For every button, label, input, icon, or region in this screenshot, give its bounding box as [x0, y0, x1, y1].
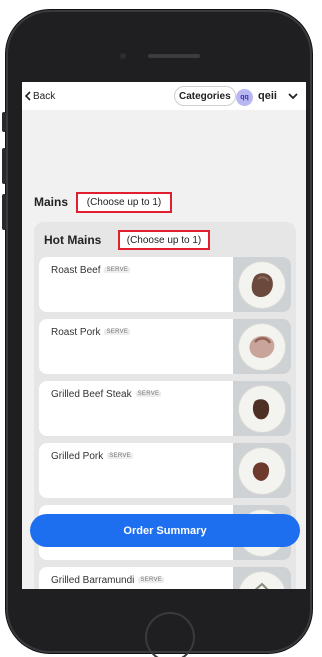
- back-button[interactable]: Back: [22, 82, 55, 110]
- item-name-wrap: Roast Beef SERVE: [51, 265, 131, 276]
- categories-button[interactable]: Categories: [174, 86, 236, 106]
- menu-item-card[interactable]: Grilled Pork SERVE: [39, 443, 291, 498]
- device-mockup: Back Categories qq qeii Mains (Choose up…: [0, 0, 322, 657]
- chevron-down-icon[interactable]: [288, 92, 298, 100]
- beef-steak-food: [252, 399, 270, 420]
- item-name-wrap: Grilled Pork SERVE: [51, 451, 133, 462]
- earpiece-speaker: [148, 54, 200, 58]
- plate-image: [239, 262, 285, 308]
- item-image: [233, 257, 291, 312]
- order-summary-button[interactable]: Order Summary: [30, 514, 300, 547]
- menu-item-card[interactable]: Grilled Barramundi SERVE: [39, 567, 291, 589]
- grilled-pork-food: [252, 462, 270, 481]
- plate-image: [239, 572, 285, 589]
- top-bar: Back Categories qq qeii: [22, 82, 306, 110]
- home-button[interactable]: [145, 612, 195, 657]
- item-image: [233, 443, 291, 498]
- mute-switch: [2, 112, 6, 132]
- volume-down-button: [2, 194, 6, 230]
- item-name: Roast Pork: [51, 327, 101, 338]
- roast-pork-food: [249, 335, 275, 359]
- section-choose-limit: (Choose up to 1): [76, 192, 172, 213]
- item-name-wrap: Grilled Beef Steak SERVE: [51, 389, 162, 400]
- serve-badge: SERVE: [138, 577, 165, 584]
- item-name-wrap: Roast Pork SERVE: [51, 327, 131, 338]
- roast-beef-food: [251, 273, 273, 297]
- app-screen: Back Categories qq qeii Mains (Choose up…: [22, 82, 306, 589]
- chevron-left-icon: [24, 91, 31, 101]
- item-image: [233, 567, 291, 589]
- user-name[interactable]: qeii: [258, 90, 277, 102]
- item-name: Roast Beef: [51, 265, 101, 276]
- item-name: Grilled Pork: [51, 451, 104, 462]
- item-name-wrap: Grilled Barramundi SERVE: [51, 575, 165, 586]
- plate-image: [239, 324, 285, 370]
- barramundi-food: [254, 582, 269, 589]
- back-label: Back: [33, 90, 56, 102]
- menu-item-card[interactable]: Grilled Beef Steak SERVE: [39, 381, 291, 436]
- item-image: [233, 319, 291, 374]
- plate-image: [239, 448, 285, 494]
- menu-item-card[interactable]: Roast Beef SERVE: [39, 257, 291, 312]
- serve-badge: SERVE: [107, 453, 133, 460]
- plate-image: [239, 386, 285, 432]
- item-name: Grilled Barramundi: [51, 575, 135, 586]
- item-name: Grilled Beef Steak: [51, 389, 132, 400]
- serve-badge: SERVE: [135, 391, 162, 398]
- group-choose-limit: (Choose up to 1): [118, 230, 210, 250]
- item-image: [233, 381, 291, 436]
- volume-up-button: [2, 148, 6, 184]
- avatar[interactable]: qq: [236, 89, 253, 106]
- section-title: Mains: [34, 195, 69, 209]
- group-title: Hot Mains: [44, 233, 102, 247]
- serve-badge: SERVE: [104, 267, 131, 274]
- menu-item-card[interactable]: Roast Pork SERVE: [39, 319, 291, 374]
- serve-badge: SERVE: [104, 329, 131, 336]
- front-camera: [120, 53, 126, 59]
